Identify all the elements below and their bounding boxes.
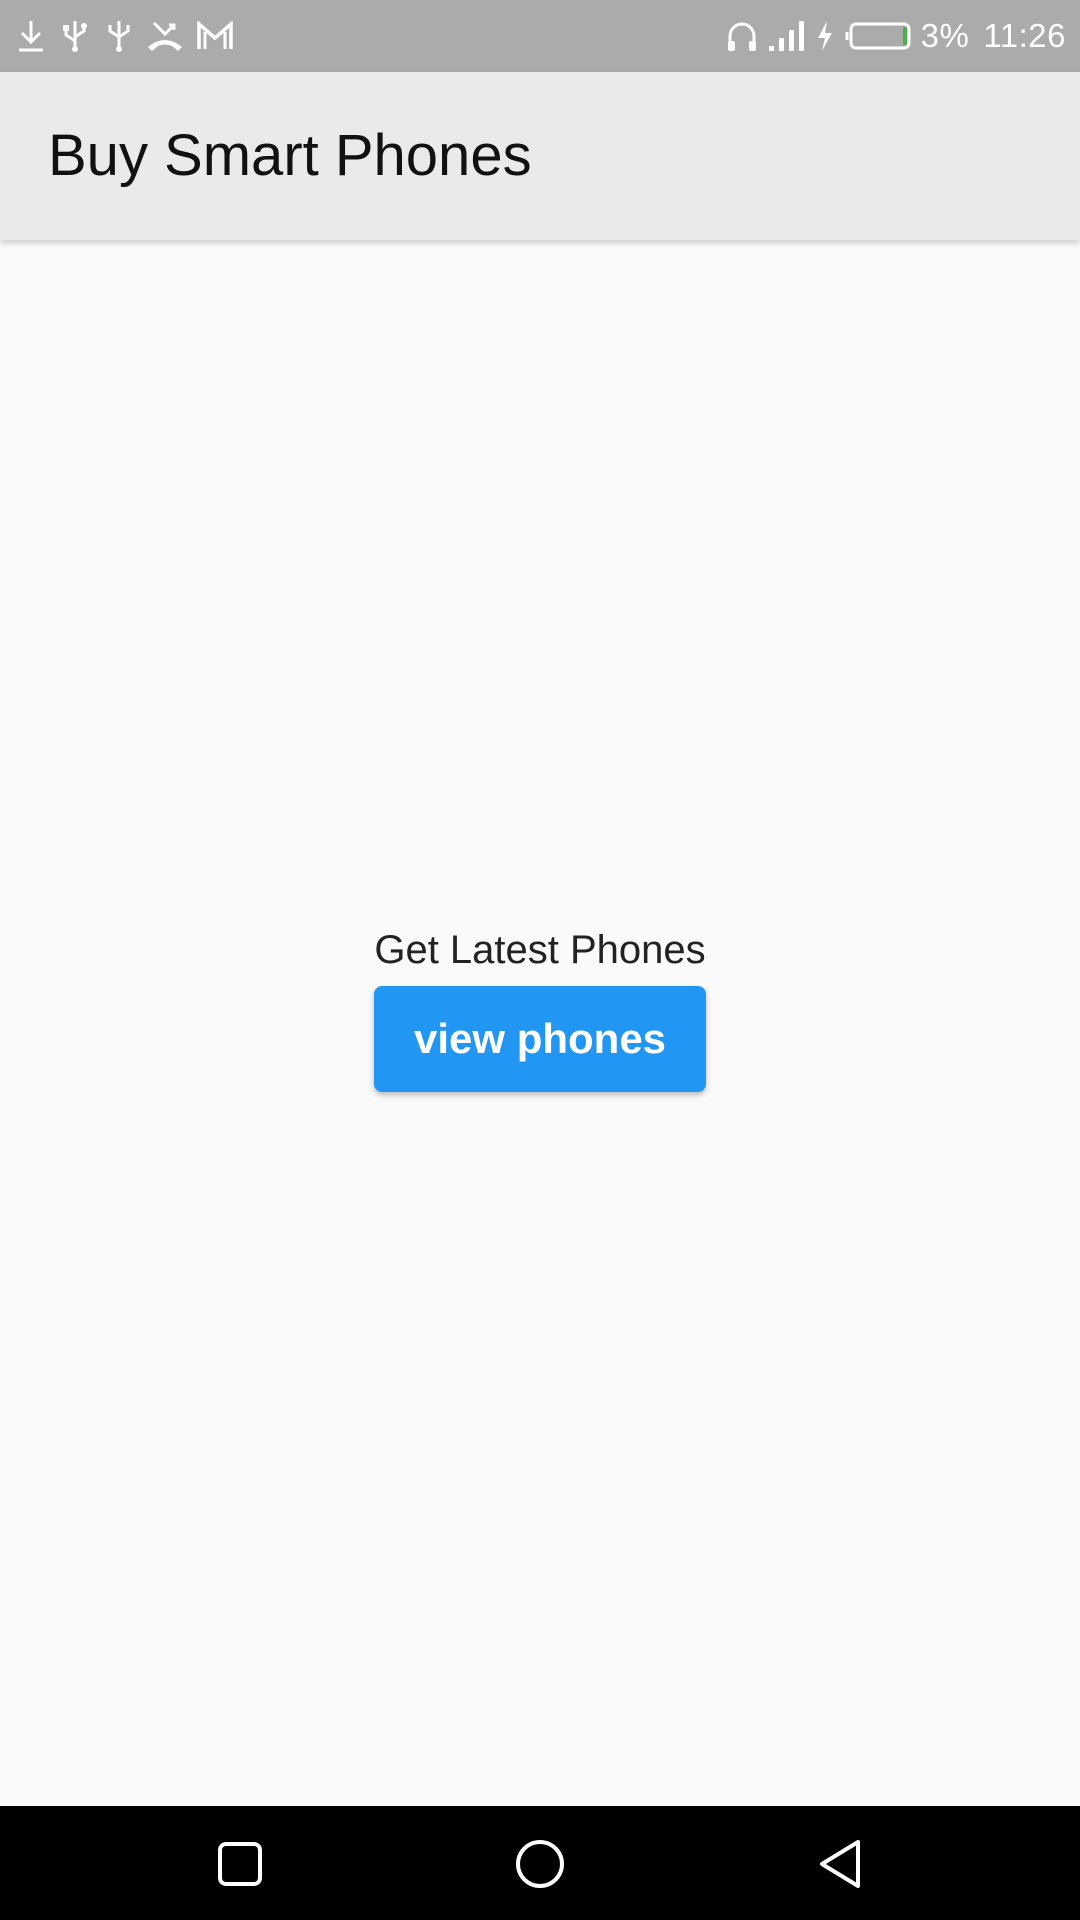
clock: 11:26 [983,17,1066,54]
signal-icon [768,21,804,51]
usb-icon [108,21,130,52]
battery-percent: 3% [920,17,970,54]
notification-icons [16,18,234,54]
cta-subtitle: Get Latest Phones [374,928,706,972]
battery-icon [845,22,911,50]
missed-call-icon [148,21,182,51]
home-icon[interactable] [512,1836,568,1892]
cta-block: Get Latest Phones view phones [0,924,1080,1092]
back-icon[interactable] [812,1836,868,1892]
usb-icon [63,21,87,52]
recents-icon[interactable] [212,1836,268,1892]
view-phones-button[interactable]: view phones [374,986,706,1092]
system-indicators: 3% 11:26 [725,14,1066,58]
status-bar: 3% 11:26 [0,0,1080,72]
app-bar: Buy Smart Phones [0,72,1080,240]
headphones-icon [727,22,756,51]
charging-icon [817,21,832,51]
download-icon [19,21,43,52]
gmail-icon [197,21,233,49]
main-content: Get Latest Phones view phones [0,240,1080,1806]
navigation-bar [0,1806,1080,1920]
page-title: Buy Smart Phones [48,123,532,188]
battery-level-fill [902,27,907,45]
